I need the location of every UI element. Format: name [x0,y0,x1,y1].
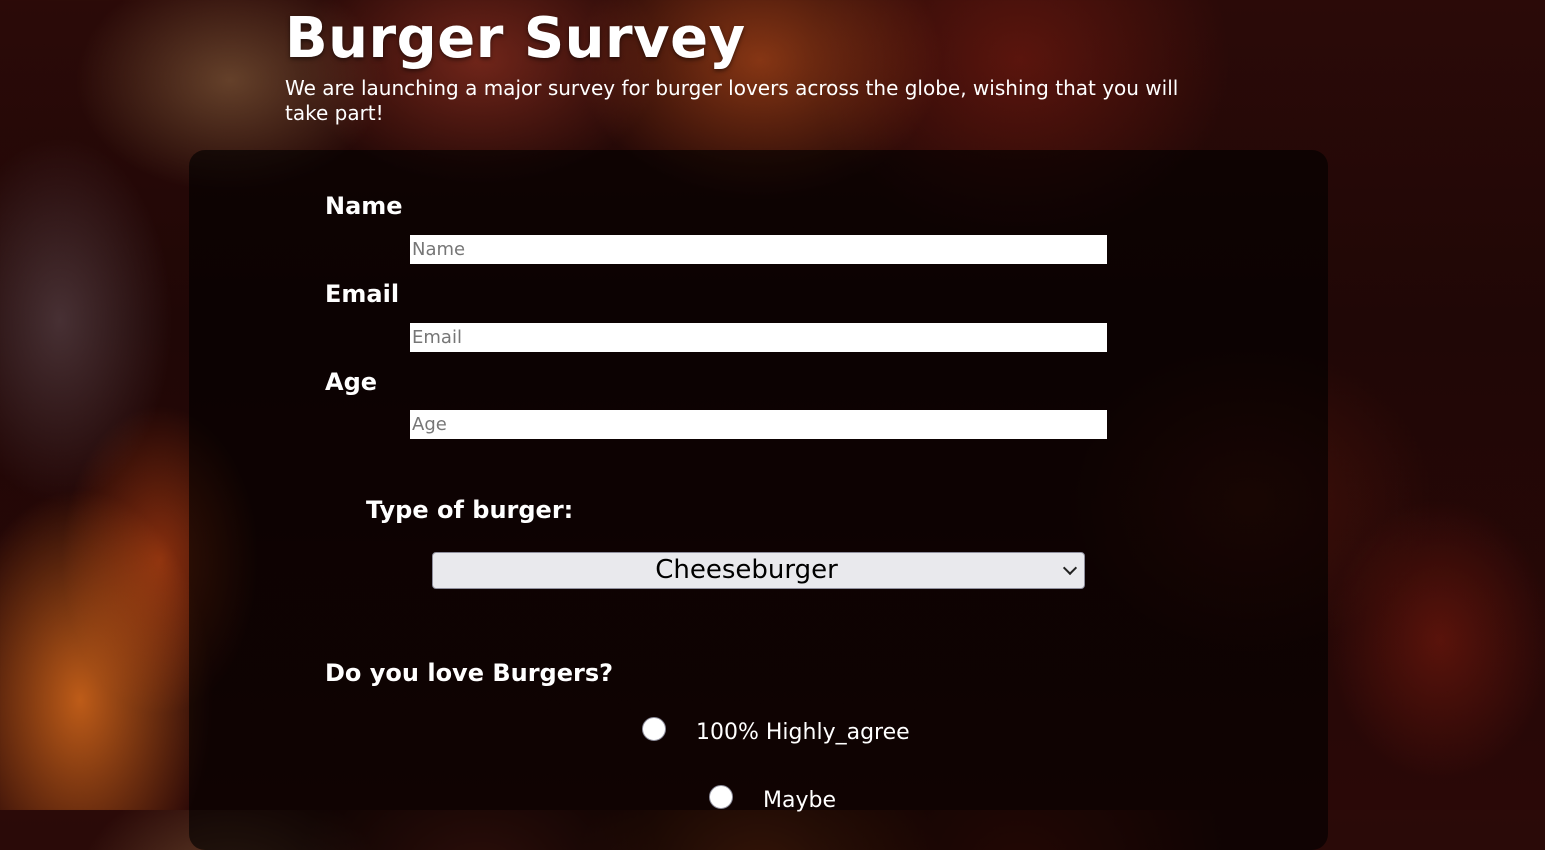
email-input[interactable] [410,323,1107,352]
radio-highly-agree-label: 100% Highly_agree [696,720,910,745]
page-description: We are launching a major survey for burg… [285,76,1179,125]
email-label: Email [325,280,400,308]
age-input[interactable] [410,410,1107,439]
burger-type-label: Type of burger: [366,496,574,524]
name-input[interactable] [410,235,1107,264]
page-title: Burger Survey [285,6,746,71]
burger-type-select[interactable]: Cheeseburger [432,552,1085,589]
age-label: Age [325,368,378,396]
name-label: Name [325,192,403,220]
radio-highly-agree[interactable] [642,717,666,741]
radio-maybe[interactable] [709,785,733,809]
chevron-down-icon [1062,560,1078,576]
burger-type-selected: Cheeseburger [655,555,838,585]
love-burgers-question: Do you love Burgers? [325,659,614,687]
radio-maybe-label: Maybe [763,788,836,813]
page-header: Burger Survey We are launching a major s… [285,6,1245,126]
